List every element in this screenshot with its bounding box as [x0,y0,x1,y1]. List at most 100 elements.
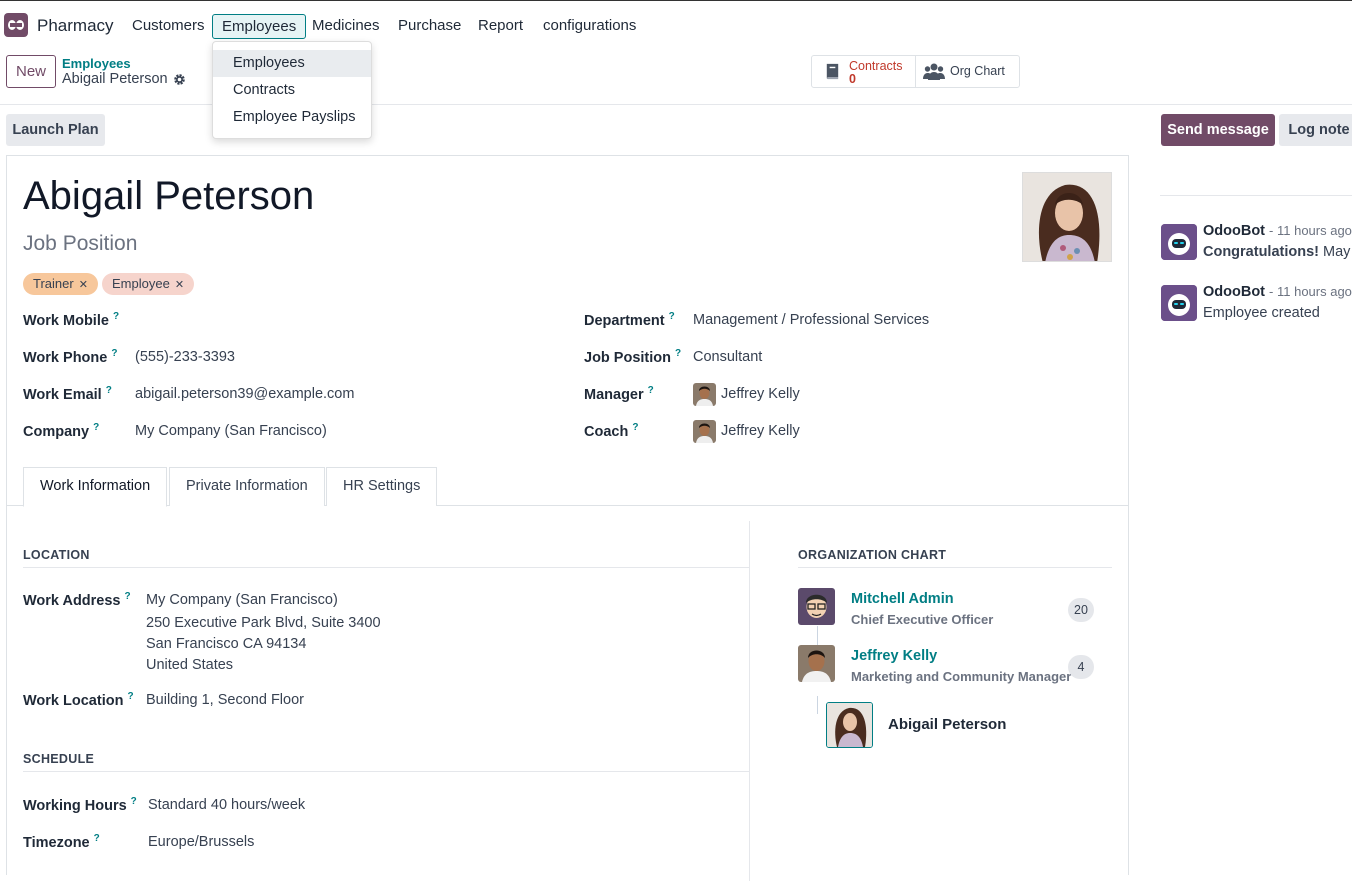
contracts-label: Contracts [849,59,903,73]
mitchell-admin-avatar[interactable] [798,588,835,625]
users-icon [923,63,945,80]
remove-tag-icon[interactable]: ✕ [175,279,184,291]
work-address-line-3: San Francisco CA 94134 [146,636,307,652]
employee-name[interactable]: Abigail Peterson [23,174,314,219]
launch-plan-button[interactable]: Launch Plan [6,114,105,146]
work-phone-field[interactable]: (555)-233-3393 [135,349,235,365]
coach-field[interactable]: Jeffrey Kelly [721,423,800,439]
dropdown-item-contracts[interactable]: Contracts [213,77,371,104]
message-body: Employee created [1203,305,1320,321]
contracts-stat-button[interactable]: Contracts 0 [812,56,916,87]
message-author[interactable]: OdooBot - 11 hours ago [1203,284,1352,300]
tab-work-information[interactable]: Work Information [23,467,168,507]
help-icon: ? [124,591,131,602]
help-icon: ? [105,385,112,396]
help-icon: ? [93,833,100,844]
manager-label: Manager? [584,385,654,403]
message-author[interactable]: OdooBot - 11 hours ago [1203,223,1352,239]
help-icon: ? [127,691,134,702]
tab-hr-settings[interactable]: HR Settings [326,467,438,506]
work-location-field[interactable]: Building 1, Second Floor [146,692,304,708]
work-mobile-label: Work Mobile? [23,311,120,329]
org-connector [817,696,818,714]
tag-employee[interactable]: Employee ✕ [102,273,195,295]
work-email-field[interactable]: abigail.peterson39@example.com [135,386,354,402]
tag-trainer-label: Trainer [33,276,74,291]
form-tabs: Work Information Private Information HR … [7,467,1128,507]
app-name[interactable]: Pharmacy [37,16,114,36]
odoobot-avatar [1161,224,1197,260]
org-self-name: Abigail Peterson [888,716,1007,733]
menu-purchase[interactable]: Purchase [389,14,470,39]
location-section-title: LOCATION [23,548,750,568]
jeffrey-kelly-avatar[interactable] [798,645,835,682]
org-connector [817,626,818,645]
work-location-label: Work Location? [23,691,134,709]
manager-field[interactable]: Jeffrey Kelly [721,386,800,402]
log-note-button[interactable]: Log note [1279,114,1352,146]
app-logo-icon[interactable] [4,13,28,37]
send-message-button[interactable]: Send message [1161,114,1275,146]
menu-report[interactable]: Report [469,14,532,39]
control-panel: New Employees Abigail Peterson Contracts… [0,47,1352,105]
coach-avatar [693,420,716,443]
menu-medicines[interactable]: Medicines [303,14,389,39]
contracts-count: 0 [849,72,856,86]
help-icon: ? [112,311,120,322]
org-person-name[interactable]: Mitchell Admin [851,591,954,607]
remove-tag-icon[interactable]: ✕ [79,279,88,291]
org-chart-section-title: ORGANIZATION CHART [798,548,1112,568]
timezone-field[interactable]: Europe/Brussels [148,834,254,850]
work-email-label: Work Email? [23,385,112,403]
new-button[interactable]: New [6,55,56,88]
company-field[interactable]: My Company (San Francisco) [135,423,327,439]
message-time: - 11 hours ago [1269,284,1352,299]
department-field[interactable]: Management / Professional Services [693,312,929,328]
help-icon: ? [675,348,682,359]
menu-customers[interactable]: Customers [123,14,214,39]
work-address-line-2: 250 Executive Park Blvd, Suite 3400 [146,615,381,631]
tag-employee-label: Employee [112,276,170,291]
dropdown-item-payslips[interactable]: Employee Payslips [213,104,371,131]
work-address-label: Work Address? [23,591,131,609]
breadcrumb-current: Abigail Peterson [62,71,168,87]
working-hours-field[interactable]: Standard 40 hours/week [148,797,305,813]
menu-configurations[interactable]: configurations [534,14,645,39]
top-navbar: Pharmacy Customers Employees Medicines P… [0,0,1352,47]
org-person-name[interactable]: Jeffrey Kelly [851,648,937,664]
timezone-label: Timezone? [23,833,100,851]
self-avatar [826,702,873,748]
job-position-input[interactable]: Job Position [23,232,137,256]
help-icon: ? [647,385,654,396]
menu-employees[interactable]: Employees [212,14,307,39]
org-chart-stat-button[interactable]: Org Chart [916,56,1020,87]
org-chart-label: Org Chart [950,64,1005,78]
message-time: - 11 hours ago [1269,223,1352,238]
chatter-divider [1160,195,1352,196]
subordinate-count-badge[interactable]: 20 [1068,598,1094,622]
dropdown-item-employees[interactable]: Employees [213,50,371,77]
job-position-field[interactable]: Consultant [693,349,762,365]
coach-label: Coach? [584,422,639,440]
book-icon [826,63,839,80]
help-icon: ? [130,796,137,807]
breadcrumb-employees[interactable]: Employees [62,56,131,71]
column-divider [749,521,750,881]
gear-icon[interactable] [173,73,186,86]
tag-trainer[interactable]: Trainer ✕ [23,273,98,295]
tab-private-information[interactable]: Private Information [169,467,325,506]
org-person-title: Chief Executive Officer [851,612,994,627]
department-label: Department? [584,311,675,329]
help-icon: ? [93,422,100,433]
org-person-title: Marketing and Community Manager [851,669,1072,684]
manager-avatar [693,383,716,406]
employee-form-sheet: Abigail Peterson Job Position Trainer ✕ E… [6,155,1129,881]
help-icon: ? [111,348,118,359]
work-address-line-1[interactable]: My Company (San Francisco) [146,592,338,608]
job-position-label: Job Position? [584,348,682,366]
message-body: Congratulations! May I [1203,244,1352,260]
employee-photo[interactable] [1022,172,1112,262]
work-phone-label: Work Phone? [23,348,118,366]
company-label: Company? [23,422,100,440]
subordinate-count-badge[interactable]: 4 [1068,655,1094,679]
